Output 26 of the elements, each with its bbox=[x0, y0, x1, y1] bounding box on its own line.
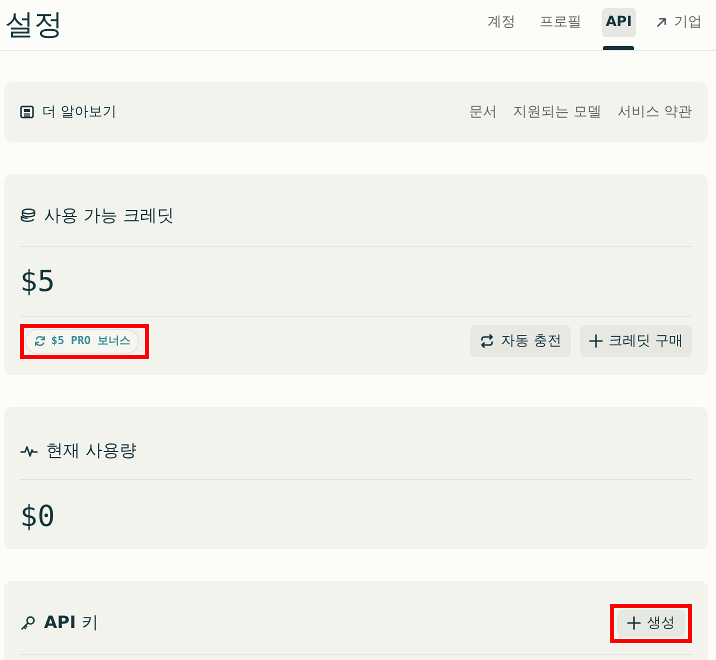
footer-link[interactable]: 문서 bbox=[469, 102, 498, 122]
section-title: 더 알아보기 bbox=[42, 102, 116, 122]
nav-tab[interactable]: 프로필 bbox=[536, 8, 586, 37]
section-title: 현재 사용량 bbox=[46, 440, 136, 462]
usage-amount: $0 bbox=[20, 498, 56, 534]
page-title: 설정 bbox=[5, 8, 63, 42]
credit-amount: $5 bbox=[20, 263, 56, 300]
repeat-arrows-icon bbox=[479, 333, 496, 350]
footer-link[interactable]: 지원되는 모델 bbox=[513, 102, 602, 122]
plus-icon bbox=[588, 334, 603, 348]
refresh-icon bbox=[34, 335, 46, 348]
section-title: API 키 bbox=[44, 612, 98, 635]
nav-tab[interactable]: API bbox=[602, 8, 636, 37]
nav-tab[interactable]: 기업 bbox=[652, 8, 706, 37]
action-button[interactable]: 크레딧 구매 bbox=[580, 325, 692, 358]
newspaper-icon bbox=[20, 105, 34, 119]
plus-icon bbox=[627, 616, 641, 630]
coins-icon bbox=[20, 208, 36, 224]
action-button[interactable]: 자동 충전 bbox=[470, 325, 571, 358]
footer-link[interactable]: 서비스 약관 bbox=[618, 102, 692, 122]
key-icon bbox=[20, 615, 36, 631]
pulse-icon bbox=[20, 444, 38, 458]
bonus-badge: $5 PRO 보너스 bbox=[25, 329, 140, 354]
section-title: 사용 가능 크레딧 bbox=[44, 205, 174, 228]
action-button[interactable]: 생성 bbox=[617, 610, 685, 636]
nav-tab[interactable]: 계정 bbox=[484, 8, 520, 37]
